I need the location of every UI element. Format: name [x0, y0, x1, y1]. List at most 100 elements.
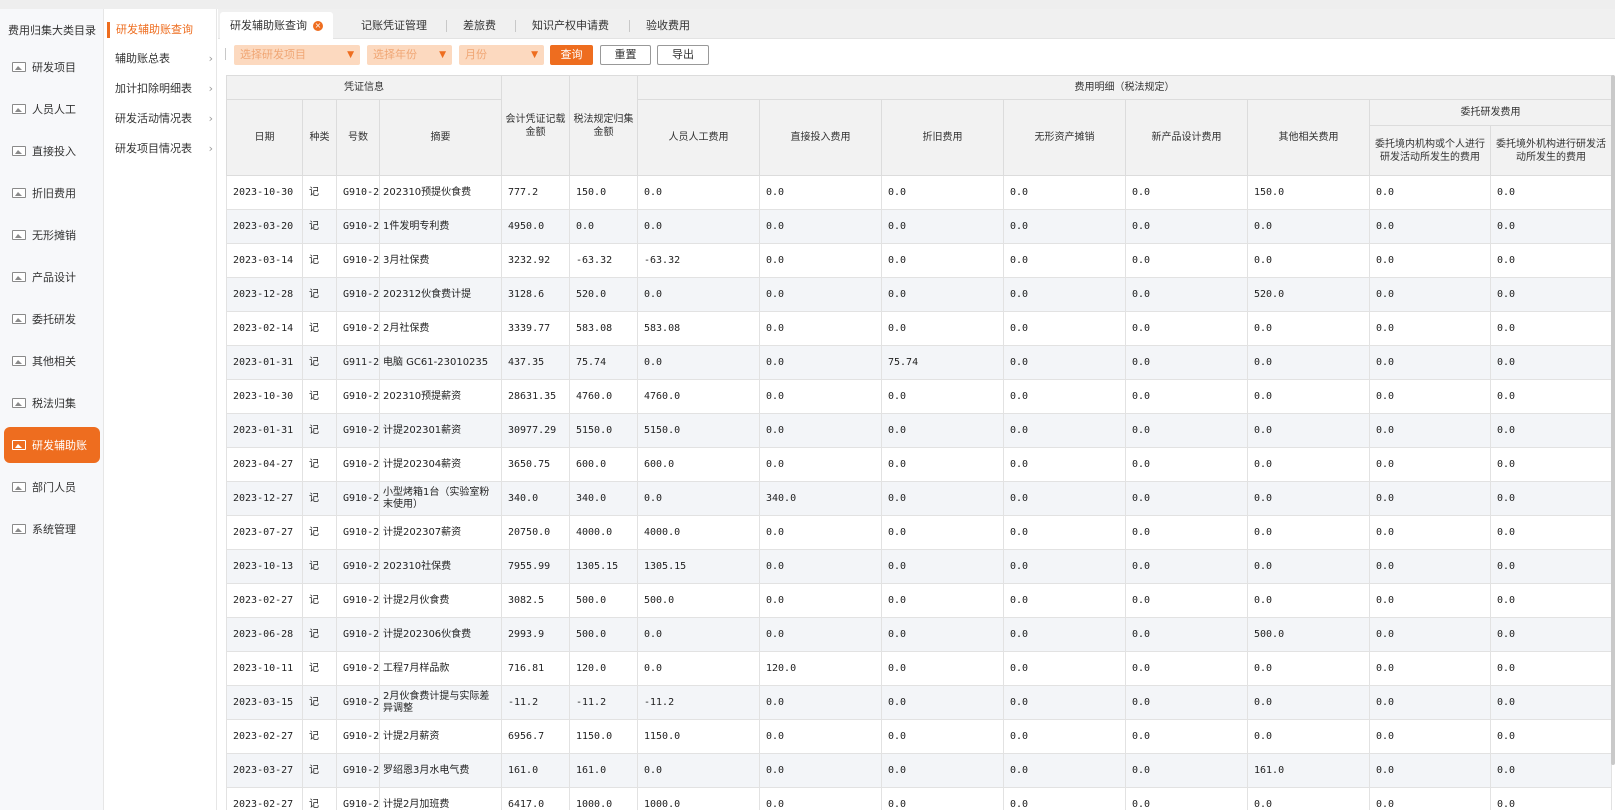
cell-other: 0.0 — [1247, 719, 1370, 754]
category-sidebar: 费用归集大类目录 研发项目 人员人工 直接投入 折旧费用 无形摊销 产品设计 委托研发 其他相… — [0, 9, 104, 810]
sidebar-item-3[interactable]: 折旧费用 — [4, 175, 100, 211]
cell-entrust-domestic: 0.0 — [1369, 481, 1491, 516]
export-button[interactable]: 导出 — [657, 45, 709, 65]
table-row[interactable]: 2023-10-11 记 G910-2 工程7月样品款 716.81 120.0 0.0 12… — [226, 651, 1612, 686]
sidebar-item-label: 研发项目 — [32, 61, 76, 74]
chevron-right-icon: › — [208, 82, 213, 95]
sidebar-item-4[interactable]: 无形摊销 — [4, 217, 100, 253]
tab-acceptance-fee[interactable]: 验收费用 — [646, 12, 690, 39]
ledger-table: 凭证信息 会计凭证记载金额 税法规定归集金额 费用明细（税法规定） 日期 种类 … — [226, 75, 1612, 810]
cell-labor: 0.0 — [637, 651, 760, 686]
ledger-table-container[interactable]: 凭证信息 会计凭证记载金额 税法规定归集金额 费用明细（税法规定） 日期 种类 … — [226, 75, 1615, 810]
entrust-foreign-header: 委托境外机构进行研发活动所发生的费用 — [1490, 125, 1612, 176]
cell-entrust-foreign: 0.0 — [1490, 277, 1612, 312]
sidebar-item-label: 产品设计 — [32, 271, 76, 284]
cell-number: G910-2 — [336, 787, 380, 810]
table-row[interactable]: 2023-03-27 记 G910-2 罗绍恩3月水电气费 161.0 161.0 0.0 0… — [226, 753, 1612, 788]
query-button[interactable]: 查询 — [550, 45, 593, 65]
submenu-item-3[interactable]: 研发项目情况表 › — [115, 140, 215, 158]
summary-header: 摘要 — [379, 99, 502, 176]
cell-type: 记 — [302, 311, 337, 346]
sidebar-item-6[interactable]: 委托研发 — [4, 301, 100, 337]
table-row[interactable]: 2023-01-31 记 G911-2 电脑 GC61-23010235 437.35 7… — [226, 345, 1612, 380]
direct-input-header: 直接投入费用 — [759, 99, 882, 176]
table-row[interactable]: 2023-03-20 记 G910-2 1件发明专利费 4950.0 0.0 0.0 0.0 0… — [226, 209, 1612, 244]
cell-tax-amount: 75.74 — [569, 345, 638, 380]
tab-travel-expense[interactable]: 差旅费 — [463, 12, 496, 39]
cell-design: 0.0 — [1125, 379, 1248, 414]
cell-acct-amount: 3650.75 — [501, 447, 570, 482]
cell-direct-input: 0.0 — [759, 685, 882, 720]
submenu-header[interactable]: 研发辅助账查询 — [107, 22, 193, 38]
table-row[interactable]: 2023-12-27 记 G910-2 小型烤箱1台（实验室粉末使用） 340.0 340… — [226, 481, 1612, 516]
caret-down-icon: ▼ — [439, 50, 446, 60]
project-select[interactable]: 选择研发项目 ▼ — [234, 45, 360, 65]
table-row[interactable]: 2023-07-27 记 G910-2 计提202307薪资 20750.0 4000.0… — [226, 515, 1612, 550]
intangible-header: 无形资产摊销 — [1003, 99, 1126, 176]
cell-other: 0.0 — [1247, 243, 1370, 278]
cell-entrust-foreign: 0.0 — [1490, 175, 1612, 210]
cell-labor: 0.0 — [637, 175, 760, 210]
table-row[interactable]: 2023-04-27 记 G910-2 计提202304薪资 3650.75 600.0 6… — [226, 447, 1612, 482]
cell-type: 记 — [302, 175, 337, 210]
table-scrollbar[interactable] — [1611, 75, 1615, 765]
sidebar-item-8[interactable]: 税法归集 — [4, 385, 100, 421]
cell-depreciation: 0.0 — [881, 515, 1004, 550]
cell-direct-input: 0.0 — [759, 447, 882, 482]
year-select[interactable]: 选择年份 ▼ — [367, 45, 452, 65]
sidebar-item-1[interactable]: 人员人工 — [4, 91, 100, 127]
sidebar-item-9[interactable]: 研发辅助账 — [4, 427, 100, 463]
table-row[interactable]: 2023-02-27 记 G910-2 计提2月加班费 6417.0 1000.0 1000… — [226, 787, 1612, 810]
reset-button[interactable]: 重置 — [600, 45, 651, 65]
cell-type: 记 — [302, 515, 337, 550]
tab-ip-application-fee[interactable]: 知识产权申请费 — [532, 12, 609, 39]
close-icon[interactable]: × — [313, 21, 323, 31]
cell-summary: 计提202304薪资 — [379, 447, 502, 482]
tab-rd-ledger-query[interactable]: 研发辅助账查询 × — [220, 12, 333, 39]
sidebar-item-11[interactable]: 系统管理 — [4, 511, 100, 547]
cell-type: 记 — [302, 447, 337, 482]
cell-design: 0.0 — [1125, 719, 1248, 754]
cell-acct-amount: 161.0 — [501, 753, 570, 788]
sidebar-item-7[interactable]: 其他相关 — [4, 343, 100, 379]
cell-labor: 600.0 — [637, 447, 760, 482]
month-select[interactable]: 月份 ▼ — [459, 45, 544, 65]
table-row[interactable]: 2023-10-30 记 G910-2 202310预提伙食费 777.2 150.0 0.… — [226, 175, 1612, 210]
submenu-item-2[interactable]: 研发活动情况表 › — [115, 110, 215, 128]
cell-entrust-domestic: 0.0 — [1369, 311, 1491, 346]
image-icon — [12, 314, 26, 324]
cell-entrust-domestic: 0.0 — [1369, 345, 1491, 380]
submenu-item-0[interactable]: 辅助账总表 › — [115, 50, 215, 68]
cell-intangible: 0.0 — [1003, 617, 1126, 652]
table-row[interactable]: 2023-12-28 记 G910-2 202312伙食费计提 3128.6 520.0 0… — [226, 277, 1612, 312]
table-row[interactable]: 2023-10-13 记 G910-2 202310社保费 7955.99 1305.15… — [226, 549, 1612, 584]
table-row[interactable]: 2023-03-15 记 G910-2 2月伙食费计提与实际差异调整 -11.2 -11.… — [226, 685, 1612, 720]
table-row[interactable]: 2023-02-14 记 G910-2 2月社保费 3339.77 583.08 583.0… — [226, 311, 1612, 346]
table-row[interactable]: 2023-06-28 记 G910-2 计提202306伙食费 2993.9 500.0 0… — [226, 617, 1612, 652]
cell-tax-amount: 1305.15 — [569, 549, 638, 584]
table-row[interactable]: 2023-02-27 记 G910-2 计提2月薪资 6956.7 1150.0 1150.… — [226, 719, 1612, 754]
sidebar-item-5[interactable]: 产品设计 — [4, 259, 100, 295]
cell-depreciation: 75.74 — [881, 345, 1004, 380]
sidebar-item-2[interactable]: 直接投入 — [4, 133, 100, 169]
cell-summary: 2月伙食费计提与实际差异调整 — [379, 685, 502, 720]
image-icon — [12, 62, 26, 72]
submenu-item-1[interactable]: 加计扣除明细表 › — [115, 80, 215, 98]
cell-other: 0.0 — [1247, 685, 1370, 720]
image-icon — [12, 230, 26, 240]
cell-depreciation: 0.0 — [881, 175, 1004, 210]
table-row[interactable]: 2023-01-31 记 G910-2 计提202301薪资 30977.29 5150.… — [226, 413, 1612, 448]
sidebar-item-0[interactable]: 研发项目 — [4, 49, 100, 85]
cell-type: 记 — [302, 753, 337, 788]
table-row[interactable]: 2023-03-14 记 G910-2 3月社保费 3232.92 -63.32 -63.3… — [226, 243, 1612, 278]
sidebar-item-10[interactable]: 部门人员 — [4, 469, 100, 505]
cell-date: 2023-12-28 — [226, 277, 303, 312]
caret-down-icon: ▼ — [347, 50, 354, 60]
acct-amount-header: 会计凭证记载金额 — [501, 75, 570, 176]
tab-voucher-management[interactable]: 记账凭证管理 — [361, 12, 427, 39]
table-row[interactable]: 2023-10-30 记 G910-2 202310预提薪资 28631.35 4760.… — [226, 379, 1612, 414]
table-row[interactable]: 2023-02-27 记 G910-2 计提2月伙食费 3082.5 500.0 500.0… — [226, 583, 1612, 618]
cell-acct-amount: 4950.0 — [501, 209, 570, 244]
type-header: 种类 — [302, 99, 337, 176]
voucher-info-group-header: 凭证信息 — [226, 75, 502, 100]
